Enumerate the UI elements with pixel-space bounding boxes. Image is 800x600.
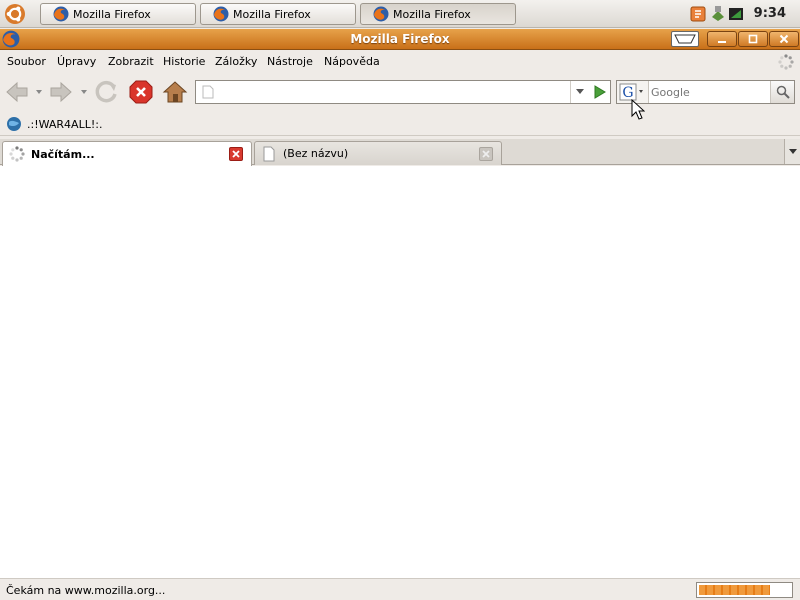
tab-strip: Načítám... (Bez názvu) bbox=[0, 139, 800, 166]
go-button[interactable] bbox=[590, 83, 608, 101]
close-icon bbox=[482, 150, 490, 158]
throbber-icon bbox=[9, 146, 25, 162]
ubuntu-logo-icon[interactable] bbox=[4, 3, 26, 25]
volume-icon[interactable] bbox=[728, 5, 744, 23]
taskbar-button-label: Mozilla Firefox bbox=[393, 7, 471, 21]
url-history-dropdown[interactable] bbox=[570, 81, 588, 103]
status-bar: Čekám na www.mozilla.org... bbox=[0, 578, 800, 600]
tab-loading[interactable]: Načítám... bbox=[2, 141, 252, 166]
page-icon bbox=[263, 146, 275, 161]
back-button[interactable] bbox=[4, 79, 30, 105]
network-icon[interactable] bbox=[710, 5, 726, 23]
stop-button[interactable] bbox=[128, 79, 154, 105]
tab-label: Načítám... bbox=[31, 147, 95, 161]
tab-close-button[interactable] bbox=[229, 147, 243, 161]
minimize-icon bbox=[718, 41, 726, 43]
url-input[interactable] bbox=[218, 83, 558, 101]
page-content[interactable] bbox=[0, 166, 800, 578]
update-notifier-icon[interactable] bbox=[690, 5, 706, 23]
menubar: Soubor Úpravy Zobrazit Historie Záložky … bbox=[0, 51, 800, 73]
mouse-cursor-icon bbox=[631, 99, 645, 120]
taskbar-button-firefox-2[interactable]: Mozilla Firefox bbox=[200, 3, 356, 25]
back-dropdown-icon[interactable] bbox=[35, 89, 43, 95]
chevron-down-icon bbox=[788, 148, 797, 154]
shade-button[interactable] bbox=[671, 31, 699, 47]
tab-untitled[interactable]: (Bez názvu) bbox=[254, 141, 502, 165]
search-button[interactable] bbox=[770, 81, 794, 103]
progress-bar bbox=[696, 582, 793, 598]
menu-help[interactable]: Nápověda bbox=[324, 55, 380, 68]
throbber-icon bbox=[778, 54, 794, 70]
bookmarks-toolbar: .:!WAR4ALL!:. bbox=[0, 112, 800, 136]
clock[interactable]: 9:34 bbox=[754, 6, 786, 21]
taskbar-button-label: Mozilla Firefox bbox=[73, 7, 151, 21]
top-panel: Mozilla Firefox Mozilla Firefox Mozilla … bbox=[0, 0, 800, 28]
navigation-toolbar: G bbox=[0, 73, 800, 111]
all-tabs-menu-button[interactable] bbox=[784, 139, 800, 164]
taskbar-button-firefox-3[interactable]: Mozilla Firefox bbox=[360, 3, 516, 25]
taskbar-button-label: Mozilla Firefox bbox=[233, 7, 311, 21]
menu-view[interactable]: Zobrazit bbox=[108, 55, 154, 68]
firefox-icon bbox=[373, 6, 389, 22]
chevron-down-icon bbox=[575, 89, 584, 94]
reload-button[interactable] bbox=[94, 79, 120, 105]
menu-history[interactable]: Historie bbox=[163, 55, 205, 68]
page-icon bbox=[202, 85, 214, 99]
forward-dropdown-icon[interactable] bbox=[80, 89, 88, 95]
taskbar-button-firefox-1[interactable]: Mozilla Firefox bbox=[40, 3, 196, 25]
search-input[interactable] bbox=[651, 83, 767, 101]
tab-label: (Bez názvu) bbox=[283, 147, 349, 160]
globe-icon bbox=[7, 117, 21, 131]
minimize-button[interactable] bbox=[707, 31, 737, 47]
home-button[interactable] bbox=[162, 79, 188, 105]
close-button[interactable] bbox=[769, 31, 799, 47]
maximize-button[interactable] bbox=[738, 31, 768, 47]
close-icon bbox=[779, 34, 789, 44]
url-bar[interactable] bbox=[195, 80, 611, 104]
window-titlebar[interactable]: Mozilla Firefox bbox=[0, 29, 800, 50]
menu-tools[interactable]: Nástroje bbox=[267, 55, 313, 68]
menu-bookmarks[interactable]: Záložky bbox=[215, 55, 257, 68]
close-icon bbox=[232, 150, 240, 158]
status-text: Čekám na www.mozilla.org... bbox=[6, 584, 166, 597]
maximize-icon bbox=[748, 34, 758, 44]
bookmark-label: .:!WAR4ALL!:. bbox=[27, 117, 103, 131]
tab-close-button[interactable] bbox=[479, 147, 493, 161]
bookmark-item[interactable]: .:!WAR4ALL!:. bbox=[6, 116, 102, 132]
menu-file[interactable]: Soubor bbox=[7, 55, 46, 68]
menu-edit[interactable]: Úpravy bbox=[57, 55, 96, 68]
firefox-icon bbox=[53, 6, 69, 22]
firefox-icon bbox=[213, 6, 229, 22]
search-icon bbox=[776, 85, 790, 99]
progress-fill bbox=[699, 585, 770, 595]
forward-button[interactable] bbox=[48, 79, 74, 105]
shade-icon bbox=[674, 34, 696, 44]
